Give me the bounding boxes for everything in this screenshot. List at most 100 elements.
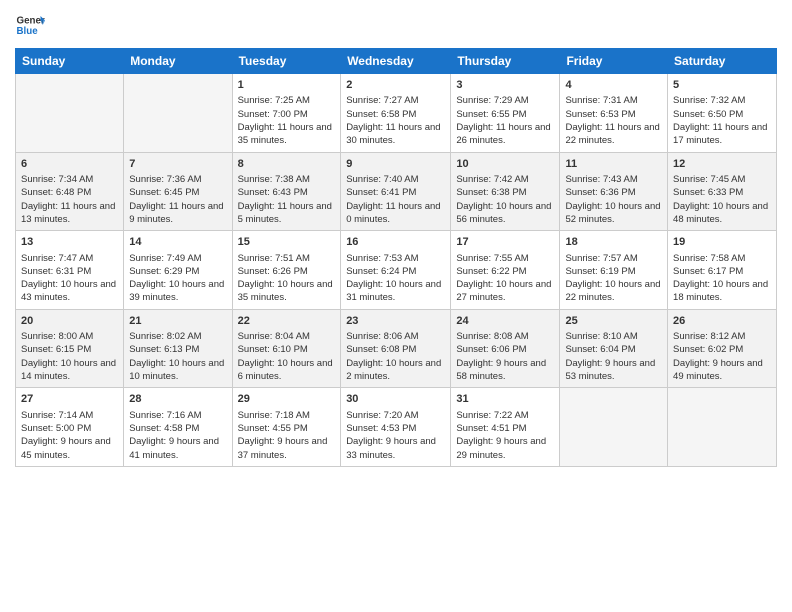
calendar-cell: 9Sunrise: 7:40 AMSunset: 6:41 PMDaylight… — [341, 152, 451, 231]
daylight-text: Daylight: 11 hours and 22 minutes. — [565, 122, 659, 146]
sunrise-text: Sunrise: 7:22 AM — [456, 410, 528, 421]
logo: General Blue — [15, 10, 45, 40]
day-number: 7 — [129, 157, 226, 172]
day-number: 23 — [346, 314, 445, 329]
daylight-text: Daylight: 10 hours and 27 minutes. — [456, 279, 551, 303]
calendar-cell: 28Sunrise: 7:16 AMSunset: 4:58 PMDayligh… — [124, 388, 232, 467]
sunset-text: Sunset: 6:53 PM — [565, 109, 635, 120]
daylight-text: Daylight: 10 hours and 14 minutes. — [21, 358, 116, 382]
sunrise-text: Sunrise: 8:06 AM — [346, 331, 418, 342]
daylight-text: Daylight: 10 hours and 18 minutes. — [673, 279, 768, 303]
daylight-text: Daylight: 11 hours and 35 minutes. — [238, 122, 332, 146]
sunset-text: Sunset: 6:19 PM — [565, 266, 635, 277]
sunset-text: Sunset: 6:24 PM — [346, 266, 416, 277]
daylight-text: Daylight: 10 hours and 52 minutes. — [565, 201, 660, 225]
daylight-text: Daylight: 11 hours and 9 minutes. — [129, 201, 223, 225]
daylight-text: Daylight: 11 hours and 30 minutes. — [346, 122, 440, 146]
day-number: 15 — [238, 235, 336, 250]
day-number: 21 — [129, 314, 226, 329]
sunset-text: Sunset: 6:10 PM — [238, 344, 308, 355]
calendar-cell: 30Sunrise: 7:20 AMSunset: 4:53 PMDayligh… — [341, 388, 451, 467]
daylight-text: Daylight: 9 hours and 45 minutes. — [21, 436, 111, 460]
calendar-cell: 2Sunrise: 7:27 AMSunset: 6:58 PMDaylight… — [341, 74, 451, 153]
sunset-text: Sunset: 6:04 PM — [565, 344, 635, 355]
calendar-cell: 16Sunrise: 7:53 AMSunset: 6:24 PMDayligh… — [341, 231, 451, 310]
sunset-text: Sunset: 6:55 PM — [456, 109, 526, 120]
calendar-cell: 26Sunrise: 8:12 AMSunset: 6:02 PMDayligh… — [668, 309, 777, 388]
sunrise-text: Sunrise: 7:42 AM — [456, 174, 528, 185]
calendar-cell — [668, 388, 777, 467]
sunset-text: Sunset: 6:13 PM — [129, 344, 199, 355]
day-number: 4 — [565, 78, 662, 93]
sunrise-text: Sunrise: 8:12 AM — [673, 331, 745, 342]
day-number: 5 — [673, 78, 771, 93]
day-number: 12 — [673, 157, 771, 172]
daylight-text: Daylight: 10 hours and 10 minutes. — [129, 358, 224, 382]
sunrise-text: Sunrise: 7:55 AM — [456, 253, 528, 264]
sunset-text: Sunset: 6:36 PM — [565, 187, 635, 198]
sunrise-text: Sunrise: 8:00 AM — [21, 331, 93, 342]
day-number: 10 — [456, 157, 554, 172]
sunset-text: Sunset: 6:41 PM — [346, 187, 416, 198]
calendar-cell: 12Sunrise: 7:45 AMSunset: 6:33 PMDayligh… — [668, 152, 777, 231]
daylight-text: Daylight: 11 hours and 13 minutes. — [21, 201, 115, 225]
calendar-cell: 31 Sunrise: 7:22 AM Sunset: 4:51 PM Dayligh… — [451, 388, 560, 467]
day-number: 25 — [565, 314, 662, 329]
calendar-week-row: 6Sunrise: 7:34 AMSunset: 6:48 PMDaylight… — [16, 152, 777, 231]
calendar-week-row: 13Sunrise: 7:47 AMSunset: 6:31 PMDayligh… — [16, 231, 777, 310]
daylight-text: Daylight: 9 hours and 41 minutes. — [129, 436, 219, 460]
sunrise-text: Sunrise: 8:04 AM — [238, 331, 310, 342]
day-number: 31 — [456, 392, 554, 407]
sunset-text: Sunset: 6:50 PM — [673, 109, 743, 120]
sunset-text: Sunset: 6:22 PM — [456, 266, 526, 277]
sunset-text: Sunset: 4:58 PM — [129, 423, 199, 434]
col-header-thursday: Thursday — [451, 49, 560, 74]
daylight-text: Daylight: 10 hours and 22 minutes. — [565, 279, 660, 303]
calendar-cell: 22Sunrise: 8:04 AMSunset: 6:10 PMDayligh… — [232, 309, 341, 388]
sunrise-text: Sunrise: 8:02 AM — [129, 331, 201, 342]
calendar-cell: 24Sunrise: 8:08 AMSunset: 6:06 PMDayligh… — [451, 309, 560, 388]
sunrise-text: Sunrise: 7:31 AM — [565, 95, 637, 106]
daylight-text: Daylight: 9 hours and 33 minutes. — [346, 436, 436, 460]
calendar-cell: 17Sunrise: 7:55 AMSunset: 6:22 PMDayligh… — [451, 231, 560, 310]
sunset-text: Sunset: 4:55 PM — [238, 423, 308, 434]
sunrise-text: Sunrise: 7:16 AM — [129, 410, 201, 421]
daylight-text: Daylight: 11 hours and 17 minutes. — [673, 122, 767, 146]
col-header-friday: Friday — [560, 49, 668, 74]
calendar-cell: 11Sunrise: 7:43 AMSunset: 6:36 PMDayligh… — [560, 152, 668, 231]
calendar-cell: 20Sunrise: 8:00 AMSunset: 6:15 PMDayligh… — [16, 309, 124, 388]
calendar-cell: 18Sunrise: 7:57 AMSunset: 6:19 PMDayligh… — [560, 231, 668, 310]
calendar-cell: 1Sunrise: 7:25 AMSunset: 7:00 PMDaylight… — [232, 74, 341, 153]
calendar-cell: 21 Sunrise: 8:02 AM Sunset: 6:13 PM Dayligh… — [124, 309, 232, 388]
calendar-cell: 7Sunrise: 7:36 AMSunset: 6:45 PMDaylight… — [124, 152, 232, 231]
day-number: 19 — [673, 235, 771, 250]
sunrise-text: Sunrise: 8:08 AM — [456, 331, 528, 342]
sunrise-text: Sunrise: 7:51 AM — [238, 253, 310, 264]
sunset-text: Sunset: 6:08 PM — [346, 344, 416, 355]
daylight-text: Daylight: 9 hours and 58 minutes. — [456, 358, 546, 382]
sunset-text: Sunset: 6:43 PM — [238, 187, 308, 198]
sunset-text: Sunset: 7:00 PM — [238, 109, 308, 120]
day-number: 30 — [346, 392, 445, 407]
sunrise-text: Sunrise: 7:40 AM — [346, 174, 418, 185]
daylight-text: Daylight: 9 hours and 29 minutes. — [456, 436, 546, 460]
col-header-monday: Monday — [124, 49, 232, 74]
calendar-cell: 15Sunrise: 7:51 AMSunset: 6:26 PMDayligh… — [232, 231, 341, 310]
day-number: 18 — [565, 235, 662, 250]
svg-text:Blue: Blue — [17, 26, 39, 37]
sunrise-text: Sunrise: 7:29 AM — [456, 95, 528, 106]
sunrise-text: Sunrise: 8:10 AM — [565, 331, 637, 342]
day-number: 16 — [346, 235, 445, 250]
calendar-week-row: 1Sunrise: 7:25 AMSunset: 7:00 PMDaylight… — [16, 74, 777, 153]
calendar-cell — [16, 74, 124, 153]
sunset-text: Sunset: 4:51 PM — [456, 423, 526, 434]
col-header-wednesday: Wednesday — [341, 49, 451, 74]
col-header-tuesday: Tuesday — [232, 49, 341, 74]
sunset-text: Sunset: 6:06 PM — [456, 344, 526, 355]
calendar-cell: 19Sunrise: 7:58 AMSunset: 6:17 PMDayligh… — [668, 231, 777, 310]
page-header: General Blue — [15, 10, 777, 40]
calendar-cell: 5Sunrise: 7:32 AMSunset: 6:50 PMDaylight… — [668, 74, 777, 153]
calendar-cell: 3Sunrise: 7:29 AMSunset: 6:55 PMDaylight… — [451, 74, 560, 153]
sunrise-text: Sunrise: 7:58 AM — [673, 253, 745, 264]
day-number: 2 — [346, 78, 445, 93]
